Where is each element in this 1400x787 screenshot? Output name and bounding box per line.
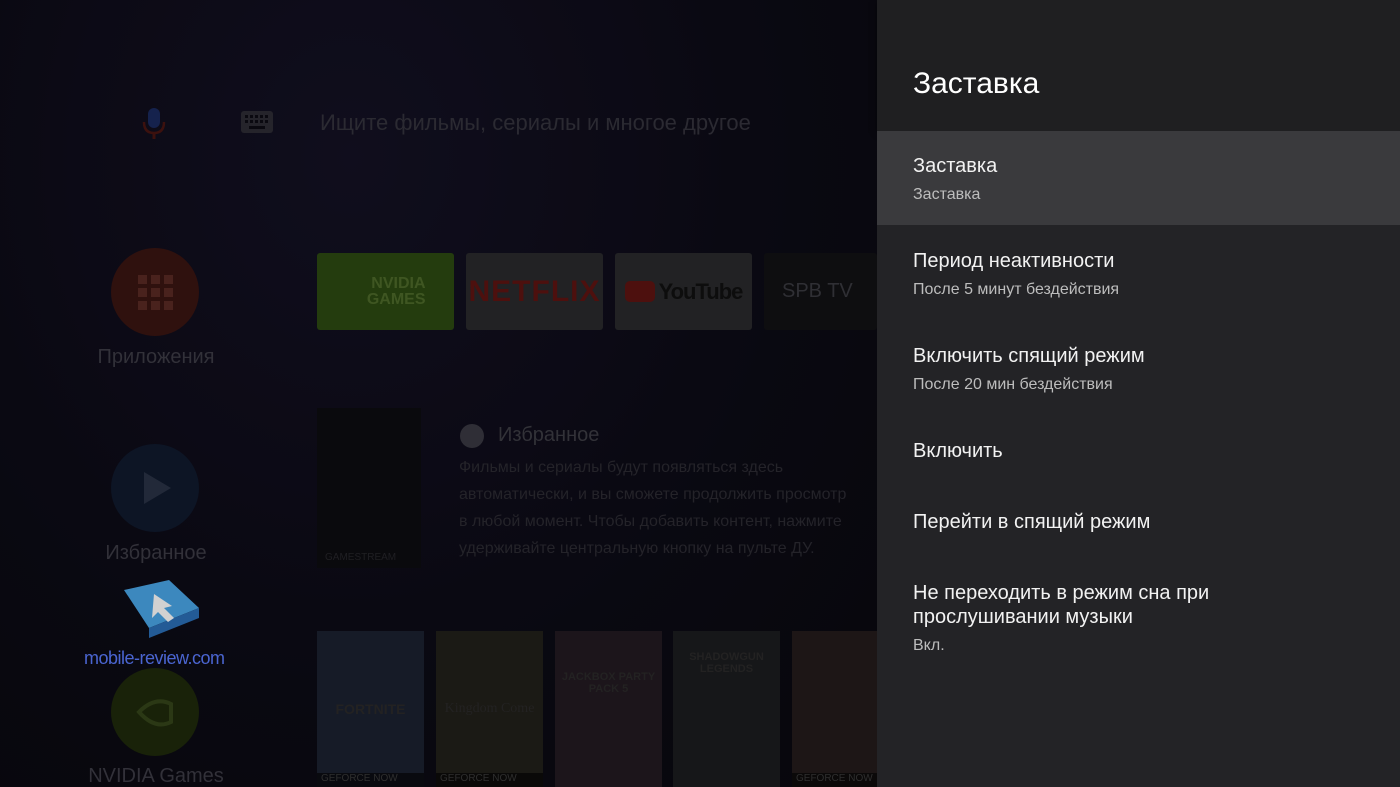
game-title: JACKBOX PARTY PACK 5 [561,671,656,695]
game-title: SHADOWGUN LEGENDS [689,651,764,675]
netflix-app-tile[interactable]: NETFLIX [466,253,603,330]
setting-title: Включить [913,440,1003,462]
nvidia-games-app-label: NVIDIA GAMES [366,274,426,308]
game-tile-jackbox[interactable]: JACKBOX PARTY PACK 5 [555,631,662,787]
game-footer: GEFORCE NOW [792,773,877,787]
favorites-desc-line: Фильмы и сериалы будут появляться здесь [459,459,784,476]
netflix-app-label: NETFLIX [468,274,601,308]
nvidia-games-nav-label: NVIDIA Games [88,765,224,787]
favorites-description: Фильмы и сериалы будут появляться здесь … [459,454,877,562]
setting-title: Включить спящий режим [913,345,1145,367]
setting-go-to-sleep[interactable]: Перейти в спящий режим [877,487,1400,557]
gamestream-poster[interactable]: GAMESTREAM [317,408,421,568]
setting-title: Не переходить в режим сна при [913,582,1210,604]
game-tile-fortnite[interactable]: FORTNITE GEFORCE NOW [317,631,424,787]
apps-nav-button[interactable] [111,248,199,336]
youtube-play-icon [624,281,655,302]
game-title: Kingdom Come [444,701,535,716]
favorites-play-icon [460,424,484,448]
setting-title: Перейти в спящий режим [913,511,1151,533]
play-icon [144,472,171,504]
search-input[interactable]: Ищите фильмы, сериалы и многое другое [320,110,751,136]
setting-title-line2: прослушивании музыки [913,606,1133,628]
setting-title: Заставка [913,155,998,177]
spb-tv-app-label: SPB TV [782,280,853,302]
game-tile-5[interactable]: GEFORCE NOW [792,631,877,787]
setting-subtitle: После 20 мин бездействия [913,376,1113,393]
youtube-app-tile[interactable]: YouTube [615,253,752,330]
setting-subtitle: После 5 минут бездействия [913,281,1120,298]
keyboard-icon[interactable] [241,111,273,133]
setting-screensaver[interactable]: Заставка Заставка [877,131,1400,225]
home-screen-background: Ищите фильмы, сериалы и многое другое Пр… [0,0,877,787]
setting-title: Период неактивности [913,250,1115,272]
setting-no-sleep-music[interactable]: Не переходить в режим сна при прослушива… [877,557,1400,667]
youtube-app-label: YouTube [658,278,744,304]
setting-subtitle: Вкл. [913,637,945,654]
setting-enable-sleep[interactable]: Включить спящий режим После 20 мин безде… [877,319,1400,415]
game-footer: GEFORCE NOW [436,773,543,787]
panel-header: Заставка [877,0,1400,131]
favorites-title: Избранное [498,424,600,446]
watermark: mobile-review.com [84,580,234,670]
favorites-desc-line: автоматически, и вы сможете продолжить п… [459,486,847,503]
apps-grid-icon [138,275,173,310]
favorites-nav-button[interactable] [111,444,199,532]
microphone-icon[interactable] [140,106,168,140]
game-title: FORTNITE [335,701,406,717]
setting-subtitle: Заставка [913,186,981,203]
watermark-text: mobile-review.com [84,648,225,668]
nvidia-icon [136,699,173,727]
game-footer: GEFORCE NOW [317,773,424,787]
spb-tv-app-tile[interactable]: SPB TV [764,253,877,330]
favorites-nav-label: Избранное [105,542,207,564]
game-tile-shadowgun[interactable]: SHADOWGUN LEGENDS [673,631,780,787]
nvidia-games-app-tile[interactable]: NVIDIA GAMES [317,253,454,330]
nvidia-games-nav-button[interactable] [111,668,199,756]
favorites-desc-line: удерживайте центральную кнопку на пульте… [459,540,815,557]
watermark-logo [124,580,199,638]
panel-title: Заставка [913,67,1040,100]
favorites-desc-line: в любой момент. Чтобы добавить контент, … [459,513,842,530]
apps-nav-label: Приложения [97,346,215,368]
gamestream-label: GAMESTREAM [325,552,397,563]
setting-start-now[interactable]: Включить [877,415,1400,487]
setting-inactivity-period[interactable]: Период неактивности После 5 минут бездей… [877,225,1400,319]
game-tile-kingdom-come[interactable]: Kingdom Come GEFORCE NOW [436,631,543,787]
screensaver-settings-panel: Заставка Заставка Заставка Период неакти… [877,0,1400,787]
